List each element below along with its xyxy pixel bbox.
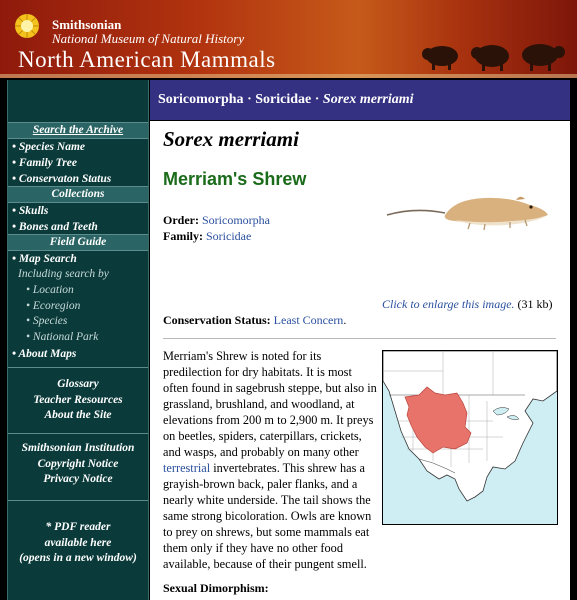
conservation-label: Conservation Status: [163,313,271,327]
description-part-2: invertebrates. This shrew has a grayish-… [163,461,372,571]
content-divider [163,338,556,339]
sidebar-divider [8,433,148,434]
collections-heading: Collections [8,186,148,203]
sidebar-field-guide-section: Field Guide • Map Search Including searc… [8,234,148,362]
sidebar-divider [8,367,148,368]
sidebar-resources-section: Glossary Teacher Resources About the Sit… [8,377,148,424]
field-guide-heading: Field Guide [8,234,148,251]
enlarge-image-link[interactable]: Click to enlarge this image. [382,297,515,311]
search-archive-link[interactable]: Search the Archive [8,122,148,139]
sidebar-item-species-name[interactable]: • Species Name [8,139,148,155]
sidebar-item-family-tree[interactable]: • Family Tree [8,155,148,171]
sidebar-item-ecoregion[interactable]: • Ecoregion [8,299,148,315]
musk-ox-herd-icon [422,44,565,71]
breadcrumb-family[interactable]: Soricidae [255,92,311,107]
sidebar-divider [8,500,148,501]
sidebar-pdf-section: * PDF reader available here (opens in a … [8,520,148,567]
smithsonian-link[interactable]: Smithsonian Institution [8,441,148,457]
banner-divider [0,74,577,78]
sidebar-item-conservation-status[interactable]: • Conservaton Status [8,171,148,187]
sidebar-archive-section: Search the Archive • Species Name • Fami… [8,122,148,187]
family-label: Family: [163,229,203,243]
breadcrumb-species: Sorex merriami [322,92,414,107]
sidebar-item-skulls[interactable]: • Skulls [8,203,148,219]
sidebar-item-bones-teeth[interactable]: • Bones and Teeth [8,219,148,235]
sidebar-item-map-search[interactable]: • Map Search [8,251,148,267]
sidebar-item-species[interactable]: • Species [8,314,148,330]
image-caption: Click to enlarge this image. (31 kb) [382,296,562,312]
pdf-reader-link[interactable]: * PDF reader [8,520,148,536]
breadcrumb: Soricomorpha · Soricidae · Sorex merriam… [150,80,570,120]
sidebar-collections-section: Collections • Skulls • Bones and Teeth [8,186,148,235]
teacher-resources-link[interactable]: Teacher Resources [8,393,148,409]
sidebar-item-location[interactable]: • Location [8,283,148,299]
site-title[interactable]: North American Mammals [18,46,276,74]
site-banner: Smithsonian National Museum of Natural H… [0,0,577,78]
conservation-period: . [343,313,347,327]
range-map[interactable] [382,350,558,525]
description-part-1: Merriam's Shrew is noted for its predile… [163,349,377,459]
family-row: Family: Soricidae [163,229,251,244]
breadcrumb-separator: · [314,92,320,107]
museum-name[interactable]: National Museum of Natural History [52,32,244,46]
order-link[interactable]: Soricomorpha [202,213,270,227]
shrew-photo-icon[interactable] [385,193,555,233]
sidebar-nav: Search the Archive • Species Name • Fami… [7,80,149,600]
pdf-new-window-note: (opens in a new window) [19,552,137,564]
order-row: Order: Soricomorpha [163,213,270,228]
common-name: Merriam's Shrew [163,169,307,189]
pdf-available-link[interactable]: available here [8,536,148,552]
smithsonian-sun-logo-icon[interactable] [14,13,40,39]
sexual-dimorphism-heading: Sexual Dimorphism: [163,581,269,595]
breadcrumb-order[interactable]: Soricomorpha [158,92,244,107]
sidebar-item-national-park[interactable]: • National Park [8,330,148,346]
species-description: Merriam's Shrew is noted for its predile… [163,348,378,572]
species-content: Sorex merriami Merriam's Shrew Order: So… [150,121,570,600]
search-by-label: Including search by [18,268,109,280]
glossary-link[interactable]: Glossary [8,377,148,393]
org-name[interactable]: Smithsonian [52,18,121,31]
terrestrial-link[interactable]: terrestrial [163,461,210,475]
family-link[interactable]: Soricidae [206,229,251,243]
conservation-row: Conservation Status: Least Concern. [163,313,346,328]
about-site-link[interactable]: About the Site [8,408,148,424]
order-label: Order: [163,213,199,227]
breadcrumb-separator: · [247,92,252,107]
privacy-link[interactable]: Privacy Notice [8,472,148,488]
conservation-status-link[interactable]: Least Concern [274,313,344,327]
sidebar-item-about-maps[interactable]: • About Maps [8,346,148,362]
page-title: Sorex merriami [163,127,299,151]
image-size: (31 kb) [517,297,553,311]
sidebar-smithsonian-section: Smithsonian Institution Copyright Notice… [8,441,148,488]
copyright-link[interactable]: Copyright Notice [8,457,148,473]
